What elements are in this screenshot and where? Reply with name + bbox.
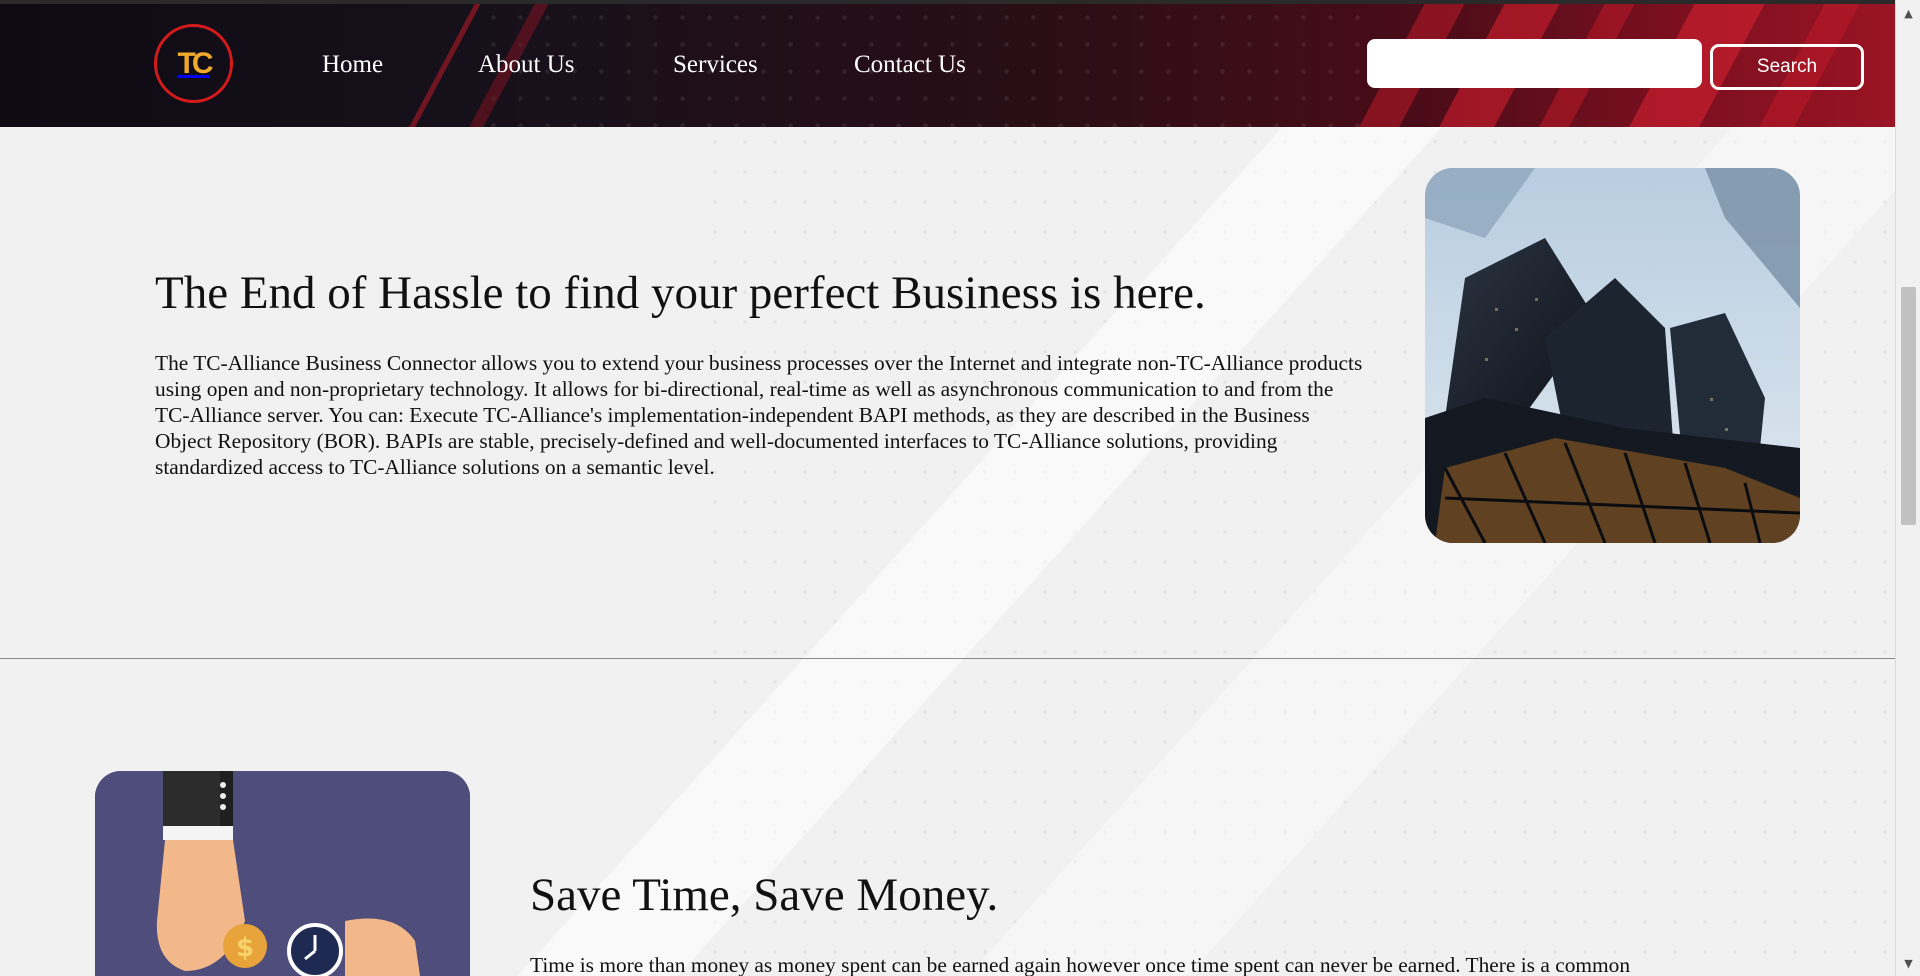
top-navbar: TC Home About Us Services Contact Us Sea… (0, 4, 1895, 127)
hand-coin-clock-illustration: $ (95, 771, 470, 976)
section-heading: Save Time, Save Money. (530, 869, 999, 921)
nav-link-about-us[interactable]: About Us (478, 51, 575, 79)
section-divider (0, 658, 1895, 659)
svg-text:$: $ (236, 933, 254, 963)
nav-link-contact-us[interactable]: Contact Us (854, 51, 966, 79)
nav-link-services[interactable]: Services (673, 51, 758, 79)
save-time-illustration: $ (95, 771, 470, 976)
hero-heading: The End of Hassle to find your perfect B… (155, 267, 1206, 319)
search-button[interactable]: Search (1710, 44, 1864, 90)
logo-text: TC (177, 46, 214, 80)
skyscrapers-image (1425, 168, 1800, 543)
navbar-stripe (400, 4, 486, 127)
skyscrapers-illustration (1425, 168, 1800, 543)
hero-paragraph: The TC-Alliance Business Connector allow… (155, 351, 1363, 479)
scroll-up-arrow-icon[interactable]: ▲ (1896, 4, 1920, 24)
vertical-scrollbar[interactable]: ▲ ▼ (1895, 0, 1920, 976)
nav-link-home[interactable]: Home (322, 51, 383, 79)
scrollbar-thumb[interactable] (1901, 287, 1916, 525)
section-paragraph: Time is more than money as money spent c… (530, 953, 1631, 976)
scroll-down-arrow-icon[interactable]: ▼ (1896, 954, 1920, 974)
search-input[interactable] (1367, 39, 1702, 88)
logo-link[interactable]: TC (154, 24, 233, 103)
